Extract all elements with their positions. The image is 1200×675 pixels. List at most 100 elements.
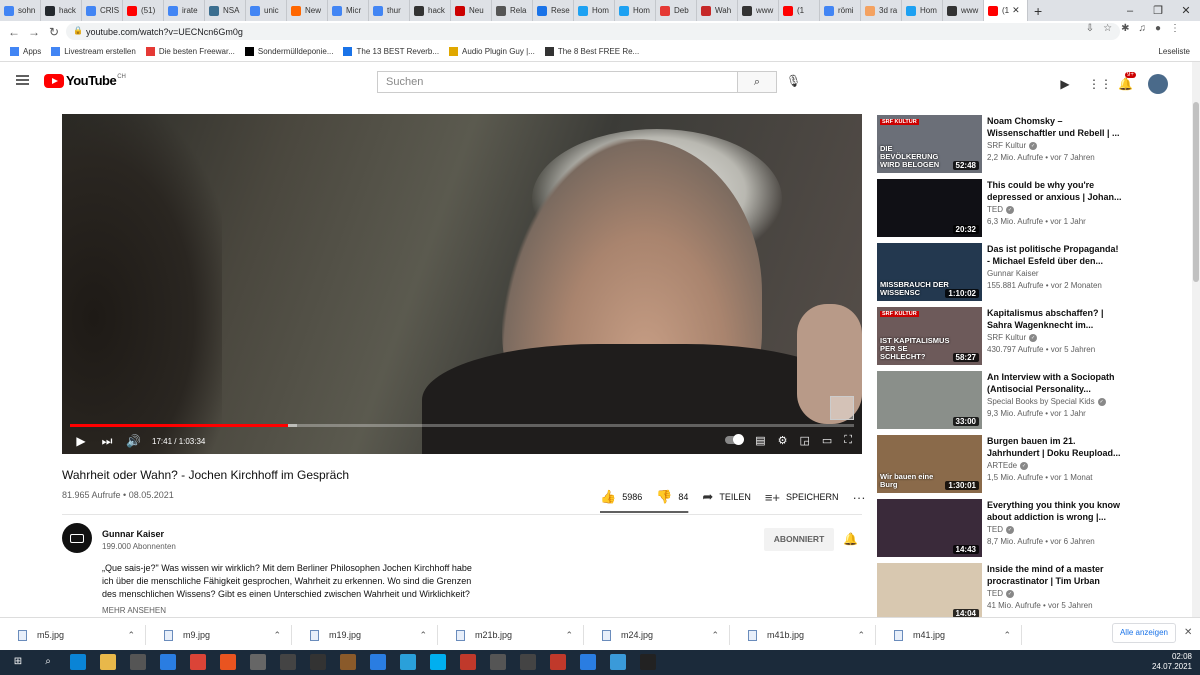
terminal-icon[interactable] [640,654,656,670]
related-video[interactable]: SRF KULTUR IST KAPITALISMUS PER SE SCHLEC… [877,307,1177,365]
app-icon[interactable] [250,654,266,670]
chevron-up-icon[interactable]: ⌃ [711,630,719,641]
scrollbar[interactable] [1192,62,1200,617]
browser-tab[interactable]: römi [820,0,861,21]
video-thumbnail[interactable]: 14:04 [877,563,982,621]
browser-tab[interactable]: Hom [615,0,656,21]
download-item[interactable]: m41.jpg ⌃ [884,625,1022,645]
forward-icon[interactable]: → [24,25,44,39]
bookmark-item[interactable]: The 13 BEST Reverb... [343,47,439,56]
close-window-icon[interactable]: ✕ [1172,4,1200,17]
ubuntu-icon[interactable] [220,654,236,670]
app-icon[interactable] [550,654,566,670]
progress-bar[interactable] [70,424,854,427]
bookmark-item[interactable]: Audio Plugin Guy |... [449,47,535,56]
search-button[interactable]: ⌕ [737,71,777,93]
microphone-icon[interactable]: 🎙 [786,74,801,88]
extensions-icon[interactable]: ✱ [1121,23,1129,34]
video-thumbnail[interactable]: 20:32 [877,179,982,237]
app-icon[interactable] [280,654,296,670]
related-video[interactable]: Wir bauen eine Burg 1:30:01 Burgen bauen i… [877,435,1177,493]
app-icon[interactable] [580,654,596,670]
avatar[interactable] [1148,74,1168,94]
browser-tab[interactable]: Deb [656,0,697,21]
chevron-up-icon[interactable]: ⌃ [419,630,427,641]
menu-icon[interactable]: ⋮ [1170,23,1180,34]
browser-tab[interactable]: (1 [779,0,820,21]
chevron-up-icon[interactable]: ⌃ [273,630,281,641]
browser-tab[interactable]: NSA [205,0,246,21]
download-item[interactable]: m24.jpg ⌃ [592,625,730,645]
install-icon[interactable]: ⇩ [1086,23,1094,34]
download-item[interactable]: m41b.jpg ⌃ [738,625,876,645]
windows-start-icon[interactable]: ⊞ [10,654,26,670]
edge-icon[interactable] [70,654,86,670]
app-icon[interactable] [460,654,476,670]
settings-gear-icon[interactable]: ⚙ [778,434,788,447]
notification-bell-icon[interactable]: 🔔 [843,532,858,546]
browser-tab[interactable]: sohn [0,0,41,21]
chrome-icon[interactable] [190,654,206,670]
mail-icon[interactable] [160,654,176,670]
apps-grid-icon[interactable]: ⋮⋮ [1088,77,1112,91]
new-tab-icon[interactable]: + [1034,3,1042,19]
like-button[interactable]: 👍 5986 [600,489,642,505]
bookmark-item[interactable]: Sondermülldeponie... [244,47,333,56]
save-button[interactable]: ≡+ SPEICHERN [765,490,839,505]
related-video[interactable]: SRF KULTUR DIE BEVÖLKERUNG WIRD BELOGEN 52… [877,115,1177,173]
related-video[interactable]: 20:32 This could be why you're depressed … [877,179,1177,237]
browser-tab[interactable]: thur [369,0,410,21]
fullscreen-icon[interactable]: ⛶ [844,434,852,447]
browser-tab[interactable]: (51) [123,0,164,21]
video-thumbnail[interactable]: MISSBRAUCH DER WISSENSC 1:10:02 [877,243,982,301]
file-explorer-icon[interactable] [100,654,116,670]
related-video[interactable]: MISSBRAUCH DER WISSENSC 1:10:02 Das ist po… [877,243,1177,301]
bookmark-item[interactable]: Apps [10,47,41,56]
notifications-bell-icon[interactable]: 🔔 9+ [1118,72,1136,91]
theater-mode-icon[interactable]: ▭ [822,434,832,447]
next-icon[interactable]: ⏭ [100,434,114,449]
url-field[interactable]: 🔒 youtube.com/watch?v=UECNcn6Gm0g [66,23,1120,40]
browser-tab[interactable]: unic [246,0,287,21]
video-thumbnail[interactable]: Wir bauen eine Burg 1:30:01 [877,435,982,493]
more-actions-button[interactable]: ··· [853,490,872,505]
store-icon[interactable] [130,654,146,670]
search-icon[interactable]: ⌕ [40,654,56,670]
related-video[interactable]: 33:00 An Interview with a Sociopath (Anti… [877,371,1177,429]
tab-close-icon[interactable]: ✕ [1012,5,1020,16]
bookmark-item[interactable]: The 8 Best FREE Re... [544,47,639,56]
browser-tab[interactable]: New [287,0,328,21]
browser-tab[interactable]: hack [41,0,82,21]
subtitles-icon[interactable]: ▤ [755,434,765,447]
browser-tab[interactable]: www [738,0,779,21]
bookmark-item[interactable]: Livestream erstellen [51,47,136,56]
download-item[interactable]: m5.jpg ⌃ [8,625,146,645]
chevron-up-icon[interactable]: ⌃ [565,630,573,641]
play-icon[interactable]: ▶ [74,434,88,448]
chevron-up-icon[interactable]: ⌃ [857,630,865,641]
bookmark-item[interactable]: Die besten Freewar... [145,47,235,56]
reload-icon[interactable]: ↻ [44,25,64,39]
telegram-icon[interactable] [400,654,416,670]
miniplayer-icon[interactable]: ◲ [799,434,809,447]
maximize-icon[interactable]: ❐ [1144,4,1172,17]
browser-tab[interactable]: Rela [492,0,533,21]
share-button[interactable]: ➦ TEILEN [702,489,750,505]
autoplay-toggle[interactable] [725,434,745,445]
browser-tab[interactable]: 3d ra [861,0,902,21]
download-item[interactable]: m19.jpg ⌃ [300,625,438,645]
browser-tab[interactable]: irate [164,0,205,21]
browser-tab[interactable]: www [943,0,984,21]
scrollbar-thumb[interactable] [1193,102,1199,282]
subscribe-button[interactable]: ABONNIERT [764,528,834,551]
video-thumbnail[interactable]: 33:00 [877,371,982,429]
live-icon[interactable] [340,654,356,670]
app-icon[interactable] [490,654,506,670]
browser-tab[interactable]: Micr [328,0,369,21]
create-video-icon[interactable]: ▶ [1058,77,1072,91]
browser-tab[interactable]: Wah [697,0,738,21]
back-icon[interactable]: ← [4,25,24,39]
app-icon[interactable] [520,654,536,670]
app-icon[interactable] [370,654,386,670]
taskbar-clock[interactable]: 02:08 24.07.2021 [1152,652,1192,672]
